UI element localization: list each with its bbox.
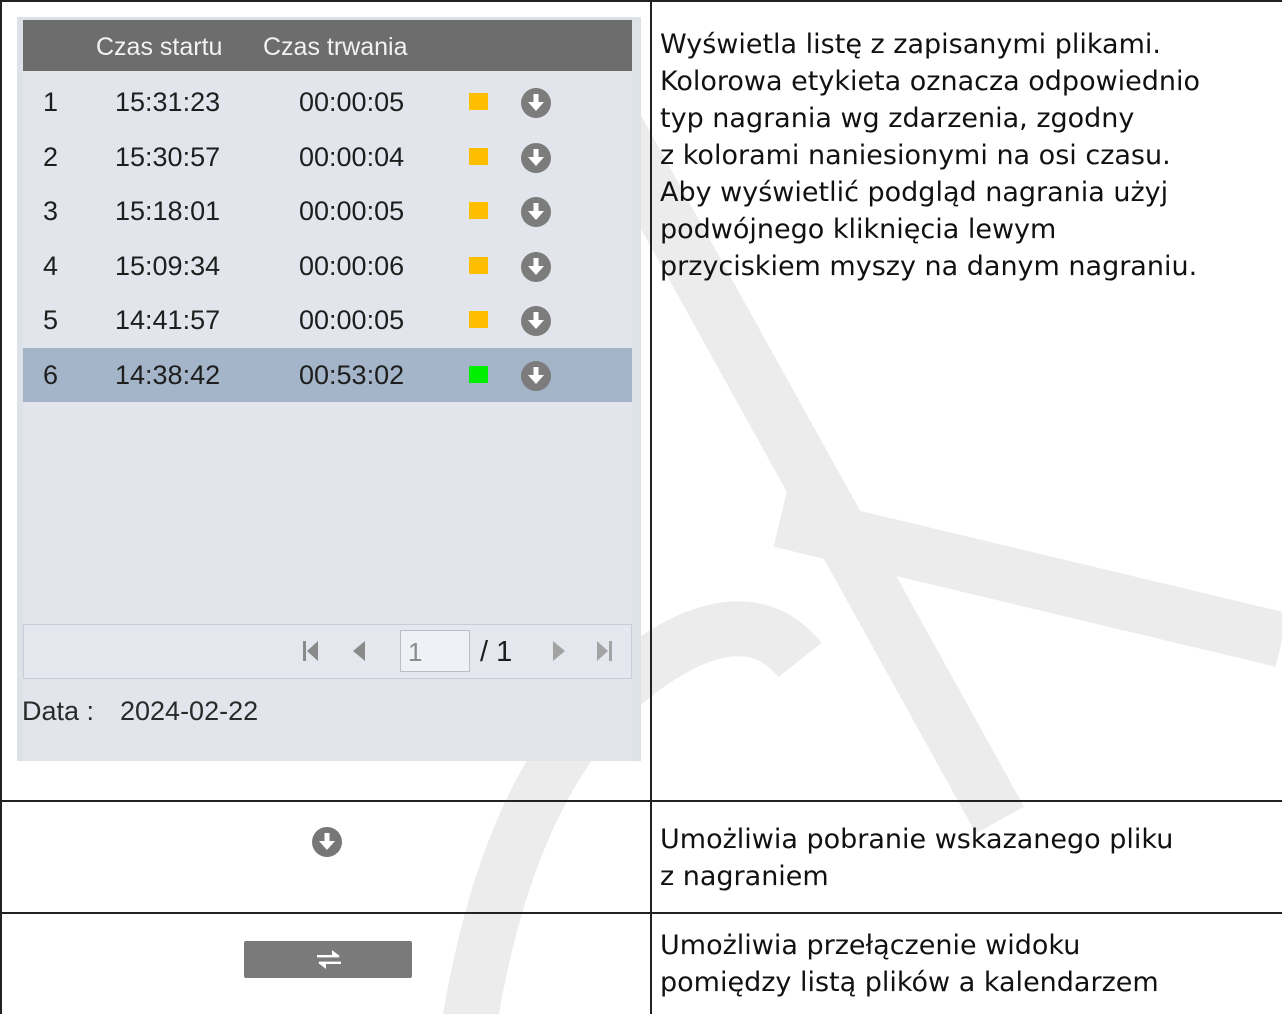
event-type-color-tag <box>469 365 488 383</box>
recording-row[interactable]: 1 15:31:23 00:00:05 <box>23 75 632 129</box>
description-line: Aby wyświetlić podgląd nagrania użyj <box>660 177 1169 208</box>
description-line: z nagraniem <box>660 861 829 892</box>
download-circle-icon[interactable] <box>521 306 551 336</box>
recording-row[interactable]: 2 15:30:57 00:00:04 <box>23 130 632 184</box>
date-label: Data : <box>22 696 95 726</box>
description-line: Kolorowa etykieta oznacza odpowiednio <box>660 66 1201 97</box>
row-start-time: 14:41:57 <box>115 305 221 335</box>
event-type-color-tag <box>469 256 488 274</box>
row-start-time: 15:31:23 <box>115 87 221 117</box>
description-list: Wyświetla listę z zapisanymi plikami. Kol… <box>660 26 1200 285</box>
prev-page-icon[interactable] <box>352 639 366 663</box>
event-type-color-tag <box>469 147 488 165</box>
description-line: typ nagrania wg zdarzenia, zgodny <box>660 103 1135 134</box>
description-line: Umożliwia przełączenie widoku <box>660 930 1081 961</box>
recording-row[interactable]: 5 14:41:57 00:00:05 <box>23 293 632 347</box>
row-duration: 00:00:06 <box>299 250 405 281</box>
recording-list: Czas startu Czas trwania 1 15:31:23 00:00:… <box>22 20 632 761</box>
description-line: z kolorami naniesionymi na osi czasu. <box>660 140 1171 171</box>
table-divider-1 <box>0 800 1282 802</box>
pagination-bar: 1 / 1 <box>23 624 632 679</box>
description-download: Umożliwia pobranie wskazanego pliku z nag… <box>660 821 1173 895</box>
row-start-time: 14:38:42 <box>115 359 221 390</box>
page-total: / 1 <box>480 636 513 668</box>
row-duration: 00:00:05 <box>299 87 405 117</box>
row-start-time: 15:09:34 <box>115 250 221 281</box>
recording-row[interactable]: 3 15:18:01 00:00:05 <box>23 184 632 238</box>
description-line: Umożliwia pobranie wskazanego pliku <box>660 824 1174 855</box>
description-line: Wyświetla listę z zapisanymi plikami. <box>660 29 1161 60</box>
row-start-time: 15:18:01 <box>115 196 221 226</box>
row-start-time: 15:30:57 <box>115 141 221 172</box>
recording-list-panel: Czas startu Czas trwania 1 15:31:23 00:00:… <box>17 17 641 761</box>
description-line: podwójnego kliknięcia lewym <box>660 214 1057 245</box>
row-duration: 00:00:05 <box>299 196 405 226</box>
row-duration: 00:00:04 <box>299 141 405 172</box>
row-index: 6 <box>43 359 59 390</box>
download-circle-icon[interactable] <box>521 197 551 227</box>
recording-row[interactable]: 4 15:09:34 00:00:06 <box>23 239 632 293</box>
event-type-color-tag <box>469 311 488 328</box>
row-index: 1 <box>43 87 59 117</box>
description-line: przyciskiem myszy na danym nagraniu. <box>660 251 1198 282</box>
download-circle-icon[interactable] <box>521 251 551 282</box>
event-type-color-tag <box>469 202 488 219</box>
page-number-input[interactable]: 1 <box>400 630 470 672</box>
row-index: 2 <box>43 141 59 172</box>
swap-arrows-icon <box>317 950 341 969</box>
download-circle-icon[interactable] <box>521 142 551 173</box>
row-duration: 00:53:02 <box>299 359 405 390</box>
last-page-icon[interactable] <box>595 639 613 663</box>
table-divider-2 <box>0 912 1282 914</box>
download-circle-icon[interactable] <box>521 360 551 391</box>
view-switch-button[interactable] <box>244 941 412 978</box>
next-page-icon[interactable] <box>552 639 566 663</box>
header-duration: Czas trwania <box>263 33 408 61</box>
description-line: pomiędzy listą plików a kalendarzem <box>660 967 1159 998</box>
row-index: 3 <box>43 196 59 226</box>
date-value: 2024-02-22 <box>120 696 259 726</box>
event-type-color-tag <box>469 93 488 110</box>
row-duration: 00:00:05 <box>299 305 405 335</box>
header-start-time: Czas startu <box>96 33 223 61</box>
first-page-icon[interactable] <box>302 639 320 663</box>
row-index: 5 <box>43 305 59 335</box>
table-border-left <box>0 0 2 1014</box>
recording-row[interactable]: 6 14:38:42 00:53:02 <box>23 347 632 402</box>
download-circle-icon <box>312 827 342 857</box>
table-border-middle <box>650 0 652 1014</box>
table-border-top <box>0 0 1282 2</box>
download-circle-icon[interactable] <box>521 88 551 118</box>
list-header: Czas startu Czas trwania <box>23 20 632 71</box>
description-switch: Umożliwia przełączenie widoku pomiędzy li… <box>660 927 1159 1001</box>
row-index: 4 <box>43 250 59 281</box>
